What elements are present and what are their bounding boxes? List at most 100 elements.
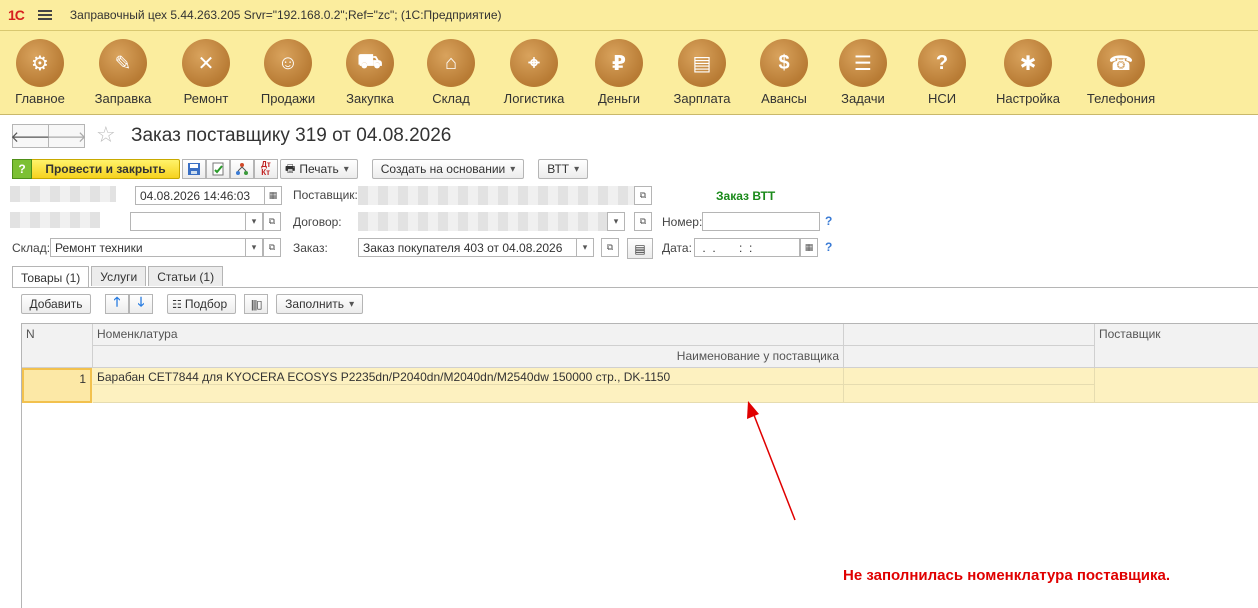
warehouse-dropdown-icon[interactable]: ▾ [245,238,263,257]
open-supplier-icon[interactable]: ⧉ [634,186,652,205]
contract-input[interactable] [358,212,608,231]
tab-services[interactable]: Услуги [91,266,147,286]
document-date-input[interactable]: 04.08.2026 14:46:03 [135,186,265,205]
form-command-bar: ? Провести и закрыть ДтКт 🖶 Печать Созда… [12,158,589,180]
create-based-on-button[interactable]: Создать на основании [371,159,525,179]
dropdown-icon[interactable]: ▾ [245,212,263,231]
section-settings[interactable]: ✱ Настройка [988,39,1068,106]
contract-dropdown-icon[interactable]: ▾ [607,212,625,231]
section-label: Авансы [761,91,807,106]
section-label: Продажи [260,91,316,106]
section-label: Телефония [1086,91,1156,106]
section-advance[interactable]: $ Авансы [744,39,824,106]
section-tasks[interactable]: ☰ Задачи [823,39,903,106]
organization-input[interactable] [130,212,246,231]
table-row[interactable]: 1 Барабан CET7844 для KYOCERA ECOSYS P22… [22,368,1258,403]
tab-goods[interactable]: Товары (1) [12,266,90,288]
section-label: Заправка [94,91,152,106]
money-bag-icon: ₽ [595,39,643,87]
1c-logo: 1С [8,7,25,23]
section-cart[interactable]: ⛟ Закупка [330,39,410,106]
add-button[interactable]: Добавить [21,294,91,314]
tab-divider [12,287,1258,288]
print-label: Печать [299,162,339,176]
date-label: Дата: [662,241,692,255]
contract-label: Договор: [293,215,342,229]
settings-icon: ✱ [1004,39,1052,87]
section-wallet[interactable]: ▤ Зарплата [662,39,742,106]
post-and-close-button[interactable]: Провести и закрыть [32,159,180,179]
cell-blank-2[interactable] [844,385,1095,403]
post-document-icon[interactable] [206,159,230,179]
annotation-text: Не заполнилась номенклатура поставщика. [843,567,1170,584]
section-gears[interactable]: ⚙ Главное [0,39,80,106]
redacted-label [10,186,116,202]
fill-button[interactable]: Заполнить [276,294,364,314]
main-menu-icon[interactable] [37,9,52,21]
column-header-n[interactable]: N [22,324,93,368]
number-help-icon[interactable]: ? [825,214,832,228]
section-sale[interactable]: ☺ Продажи [248,39,328,106]
back-arrow-icon[interactable]: 🡐 [10,124,51,148]
order-input[interactable]: Заказ покупателя 403 от 04.08.2026 [358,238,577,257]
date-calendar-icon[interactable]: ▦ [800,238,818,257]
column-header-nomenclature[interactable]: Номенклатура [93,324,844,346]
list-icon: ☷ [172,298,182,311]
warehouse-input[interactable]: Ремонт техники [50,238,246,257]
title-bar: 1С Заправочный цех 5.44.263.205 Srvr="19… [0,0,1258,31]
section-label: Логистика [503,91,565,106]
open-contract-icon[interactable]: ⧉ [634,212,652,231]
phone-icon: ☎ [1097,39,1145,87]
section-label: Закупка [346,91,394,106]
date-input[interactable]: . . : : [694,238,800,257]
cell-blank[interactable] [844,368,1095,385]
section-phone[interactable]: ☎ Телефония [1081,39,1161,106]
section-book[interactable]: ? НСИ [902,39,982,106]
section-map[interactable]: ⌖ Логистика [494,39,574,106]
section-refill[interactable]: ✎ Заправка [83,39,163,106]
section-label: Склад [432,91,470,106]
goods-table[interactable]: N Номенклатура Наименование у поставщика… [21,323,1258,608]
cell-n[interactable]: 1 [22,368,92,403]
structure-icon[interactable] [230,159,254,179]
tab-articles[interactable]: Статьи (1) [148,266,224,286]
move-up-icon[interactable]: 🡑 [105,294,129,314]
open-order-icon[interactable]: ⧉ [601,238,619,257]
help-icon[interactable]: ? [12,159,32,179]
section-label: НСИ [927,91,957,106]
barcode-icon[interactable]: |||▯ [244,294,269,314]
section-money-bag[interactable]: ₽ Деньги [579,39,659,106]
favorite-star-icon[interactable]: ☆ [96,122,116,148]
dt-kt-icon[interactable]: Дт Кт [254,159,278,179]
column-header-supplier-name[interactable]: Наименование у поставщика [93,346,844,368]
column-header-blank-2[interactable] [844,346,1095,368]
sections-panel: ⚙ Главное ✎ Заправка ✕ Ремонт ☺ Продажи ⛟ Закупка… [0,31,1258,115]
forward-arrow-icon[interactable]: 🡒 [46,124,87,148]
print-button[interactable]: 🖶 Печать [280,159,358,179]
section-label: Зарплата [673,91,731,106]
section-warehouse[interactable]: ⌂ Склад [411,39,491,106]
fill-from-order-icon[interactable]: ▤ [627,238,653,259]
save-icon[interactable] [182,159,206,179]
column-header-blank[interactable] [844,324,1095,346]
cell-nomenclature[interactable]: Барабан CET7844 для KYOCERA ECOSYS P2235… [93,368,844,385]
supplier-input[interactable] [358,186,635,205]
calendar-icon[interactable]: ▦ [264,186,282,205]
map-icon: ⌖ [510,39,558,87]
selection-button[interactable]: ☷ Подбор [167,294,237,314]
advance-icon: $ [760,39,808,87]
section-label: Ремонт [183,91,229,106]
date-help-icon[interactable]: ? [825,240,832,254]
open-warehouse-icon[interactable]: ⧉ [263,238,281,257]
move-down-icon[interactable]: 🡓 [129,294,153,314]
order-dropdown-icon[interactable]: ▾ [576,238,594,257]
column-header-supplier[interactable]: Поставщик [1095,324,1258,368]
sale-icon: ☺ [264,39,312,87]
open-icon[interactable]: ⧉ [263,212,281,231]
section-label: Главное [15,91,65,106]
vtt-button[interactable]: ВТТ [538,159,589,179]
cell-supplier-name[interactable] [93,385,844,403]
number-input[interactable] [702,212,820,231]
section-tools[interactable]: ✕ Ремонт [166,39,246,106]
cell-supplier[interactable] [1095,368,1258,403]
